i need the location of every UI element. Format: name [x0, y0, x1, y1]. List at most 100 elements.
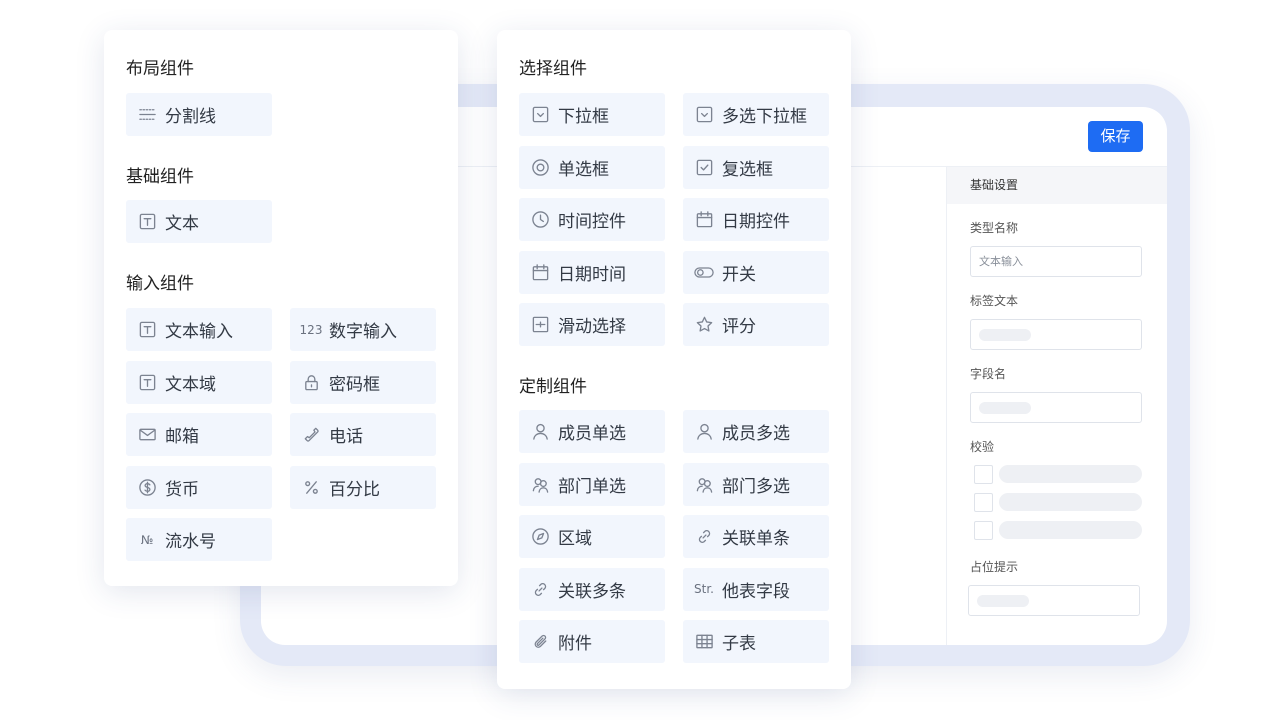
serial-number-icon: № [137, 530, 157, 550]
custom-section-title: 定制组件 [519, 377, 587, 397]
component-item[interactable]: 部门单选 [519, 462, 665, 506]
other-table-field-icon: Str. [694, 579, 714, 599]
component-item[interactable]: 关联单条 [683, 515, 829, 558]
placeholder-field[interactable] [968, 585, 1140, 616]
tag-text-field[interactable] [970, 319, 1142, 350]
toggle-icon [694, 262, 714, 282]
component-item[interactable]: 子表 [683, 620, 829, 663]
validation-option-skeleton [999, 493, 1142, 511]
component-item-label: 流水号 [165, 532, 216, 552]
component-item[interactable]: 日期控件 [683, 198, 829, 241]
field-name-label: 字段名 [970, 367, 1007, 381]
component-item-label: 复选框 [722, 159, 773, 180]
phone-icon [301, 425, 321, 445]
component-item[interactable]: 文本 [126, 200, 272, 243]
type-name-value: 文本输入 [979, 255, 1023, 268]
placeholder-label: 占位提示 [970, 560, 1019, 574]
settings-panel: 基础设置 类型名称 文本输入 标签文本 字段名 校验 占位提示 [946, 167, 1167, 645]
component-item[interactable]: 成员多选 [683, 410, 829, 453]
dropdown-icon [694, 105, 714, 125]
department-icon [530, 474, 550, 494]
layout-section-title: 布局组件 [126, 59, 194, 79]
component-item-label: 文本域 [165, 374, 216, 395]
component-panel-middle: 选择组件 下拉框 多选下拉框 单选框 复选框 时间控件 日期控件 日期时间 开关 滑动选择 评分 … [497, 30, 851, 689]
component-item-label: 关联多条 [558, 581, 626, 602]
component-item[interactable]: 文本输入 [126, 308, 272, 351]
component-item[interactable]: 货币 [126, 465, 272, 509]
component-item[interactable]: 分割线 [126, 93, 272, 136]
component-item[interactable]: 百分比 [290, 465, 436, 509]
component-item-label: 电话 [329, 427, 363, 447]
validation-checkbox[interactable] [974, 465, 993, 484]
component-item-label: 滑动选择 [558, 317, 626, 337]
type-name-field[interactable]: 文本输入 [970, 246, 1142, 277]
component-item[interactable]: 多选下拉框 [683, 93, 829, 136]
validation-checkbox[interactable] [974, 521, 993, 540]
component-panel-left: 布局组件 分割线 基础组件 文本 输入组件 文本输入 123 数字输入 文本域 密码框邮… [104, 30, 458, 586]
component-item[interactable]: № 流水号 [126, 518, 272, 561]
validation-option-skeleton [999, 465, 1142, 483]
component-item-label: 分割线 [165, 107, 216, 127]
paperclip-icon [530, 632, 550, 652]
user-icon [530, 422, 550, 442]
serial-number-icon-glyph: № [140, 532, 154, 547]
tag-text-label: 标签文本 [970, 294, 1019, 308]
link-icon [530, 579, 550, 599]
component-item-label: 文本输入 [165, 322, 233, 342]
slider-icon [530, 315, 550, 335]
component-item-label: 文本 [165, 214, 199, 234]
component-item[interactable]: 日期时间 [519, 250, 665, 294]
field-name-field[interactable] [970, 392, 1142, 423]
component-item[interactable]: 评分 [683, 303, 829, 346]
dropdown-icon [530, 105, 550, 125]
component-item-label: 部门单选 [558, 476, 626, 497]
type-name-label: 类型名称 [970, 221, 1019, 235]
text-icon [137, 212, 157, 232]
component-item-label: 成员单选 [558, 424, 626, 444]
component-item-label: 部门多选 [722, 476, 790, 497]
component-item[interactable]: 部门多选 [683, 462, 829, 506]
component-item[interactable]: 下拉框 [519, 93, 665, 136]
component-item-label: 成员多选 [722, 424, 790, 444]
compass-icon [530, 527, 550, 547]
component-item[interactable]: 密码框 [290, 360, 436, 404]
component-item-label: 下拉框 [558, 107, 609, 127]
component-item-label: 时间控件 [558, 212, 626, 232]
component-item[interactable]: 电话 [290, 413, 436, 456]
component-item[interactable]: 开关 [683, 250, 829, 294]
component-item-label: 评分 [722, 317, 756, 337]
component-item[interactable]: 时间控件 [519, 198, 665, 241]
percent-icon [301, 477, 321, 497]
save-button[interactable]: 保存 [1088, 121, 1143, 152]
component-item[interactable]: Str. 他表字段 [683, 567, 829, 611]
mail-icon [137, 425, 157, 445]
component-item[interactable]: 区域 [519, 515, 665, 558]
settings-header: 基础设置 [947, 167, 1167, 204]
component-item-label: 区域 [558, 529, 592, 549]
basic-section-title: 基础组件 [126, 167, 194, 187]
link-icon [694, 527, 714, 547]
validation-option-skeleton [999, 521, 1142, 539]
component-item[interactable]: 邮箱 [126, 413, 272, 456]
component-item[interactable]: 附件 [519, 620, 665, 663]
component-item[interactable]: 滑动选择 [519, 303, 665, 346]
number-icon: 123 [300, 320, 323, 340]
component-item-label: 附件 [558, 634, 592, 654]
component-item-label: 单选框 [558, 159, 609, 180]
component-item[interactable]: 成员单选 [519, 410, 665, 453]
table-icon [694, 632, 714, 652]
component-item[interactable]: 文本域 [126, 360, 272, 404]
component-item[interactable]: 单选框 [519, 145, 665, 189]
component-item-label: 邮箱 [165, 427, 199, 447]
validation-label: 校验 [970, 440, 995, 454]
validation-checkbox[interactable] [974, 493, 993, 512]
component-item[interactable]: 关联多条 [519, 567, 665, 611]
star-icon [694, 315, 714, 335]
checkbox-icon [694, 157, 714, 177]
component-item[interactable]: 复选框 [683, 145, 829, 189]
component-item-label: 他表字段 [722, 581, 790, 602]
component-item-label: 多选下拉框 [722, 107, 807, 127]
placeholder-skeleton [979, 329, 1031, 341]
component-item-label: 日期控件 [722, 212, 790, 232]
component-item[interactable]: 123 数字输入 [290, 308, 436, 351]
